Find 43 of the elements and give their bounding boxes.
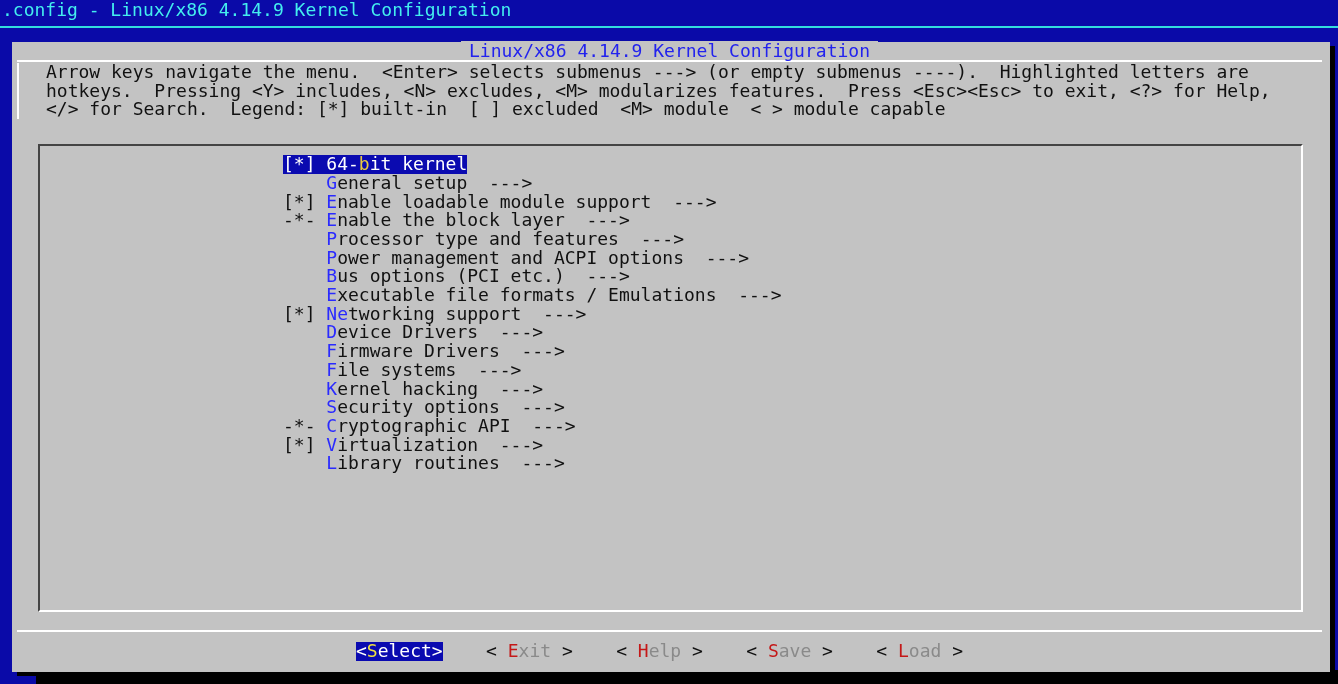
submenu-arrow: ---> [499,323,544,343]
menu-item[interactable]: Processor type and features [283,229,619,249]
menu-item[interactable]: [*] 64-bit kernel [283,155,468,174]
menu-item[interactable]: Security options [283,398,500,417]
menu-button[interactable]: < Save > [746,642,833,661]
submenu-arrow: ---> [705,248,749,268]
help-text: </> for Search. Legend: [*] built-in [ ] excluded <M> module < > module capable [46,100,947,120]
submenu-arrow: ---> [499,379,544,399]
submenu-arrow: ---> [521,398,565,417]
menu-item[interactable]: Library routines [283,454,500,474]
window-title: .config - Linux/x86 4.14.9 Kernel Configuration [2,0,512,20]
menu-button[interactable]: < Load > [876,642,963,661]
submenu-arrow: ---> [478,360,522,380]
menu-item[interactable]: [*] Networking support [283,304,522,324]
submenu-arrow: ---> [521,454,565,474]
submenu-arrow: ---> [586,211,630,230]
menu-item[interactable]: General setup [283,173,468,193]
submenu-arrow: ---> [673,192,717,212]
submenu-arrow: ---> [586,267,630,287]
submenu-arrow: ---> [532,416,576,436]
menu-button[interactable]: < Help > [616,642,703,661]
menu-item[interactable]: Bus options (PCI etc.) [283,267,565,287]
submenu-arrow: ---> [738,286,782,305]
help-text: hotkeys. Pressing <Y> includes, <N> excludes, <M> modularizes features. Press <Esc><Esc> to exit, <?> for Help, [46,81,1272,101]
menu-button[interactable]: <Select> [356,642,443,661]
menu-item[interactable]: Kernel hacking [283,379,479,399]
menu-item[interactable]: Device Drivers [283,323,479,343]
submenu-arrow: ---> [488,173,533,193]
submenu-arrow: ---> [499,435,544,455]
menu-item[interactable]: [*] Virtualization [283,435,479,455]
menu-item[interactable]: Firmware Drivers [283,342,500,361]
submenu-arrow: ---> [521,342,565,361]
menu-button[interactable]: < Exit > [486,642,573,661]
submenu-arrow: ---> [640,229,684,249]
menu-item[interactable]: [*] Enable loadable module support [283,192,652,212]
help-text: Arrow keys navigate the menu. <Enter> selects submenus ---> (or empty submenus ----). Highlighted letters are [46,63,1250,82]
menu-item[interactable]: -*- C ryptographic API [283,416,511,436]
submenu-arrow: ---> [543,304,587,324]
dialog-title: Linux/x86 4.14.9 Kernel Configuration [461,41,878,60]
menu-item[interactable]: -*- Enable the block layer [283,211,565,230]
menu-item[interactable]: File systems [283,360,457,380]
menu-item[interactable]: Executable file formats / Emulations [283,286,717,305]
menu-item[interactable]: Power management and ACPI options [283,248,684,268]
